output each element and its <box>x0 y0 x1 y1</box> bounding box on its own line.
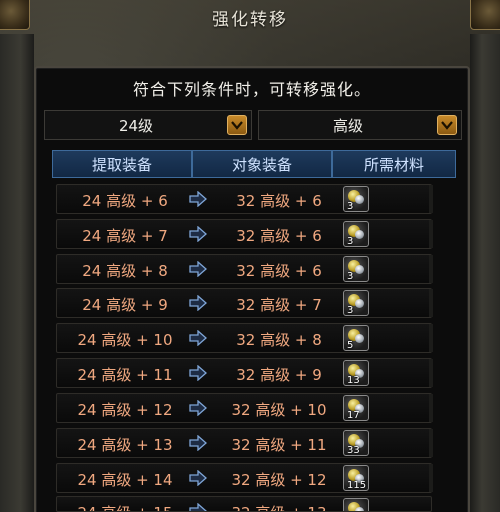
row-divider <box>429 394 433 422</box>
material-quantity: 3 <box>347 305 354 316</box>
target-equipment: 32 高级 + 6 <box>236 262 322 280</box>
chevron-down-icon[interactable] <box>437 115 457 135</box>
row-divider <box>429 324 433 352</box>
table-header: 提取装备 对象装备 所需材料 <box>52 150 456 178</box>
material-stone-icon[interactable] <box>343 498 369 511</box>
extract-equipment: 24 高级 + 8 <box>82 262 168 280</box>
arrow-right-icon <box>189 330 207 346</box>
extract-equipment: 24 高级 + 11 <box>77 366 173 384</box>
table-row[interactable]: 24 高级 + 9 32 高级 + 7 3 <box>56 288 433 318</box>
material-stone-icon[interactable]: 3 <box>343 221 369 247</box>
table-row[interactable]: 24 高级 + 14 32 高级 + 12 115 <box>56 463 433 493</box>
arrow-right-icon <box>189 503 207 511</box>
material-stone-icon[interactable]: 115 <box>343 465 369 491</box>
arrow-right-icon <box>189 435 207 451</box>
arrow-right-icon <box>189 400 207 416</box>
extract-equipment: 24 高级 + 9 <box>82 296 168 314</box>
table-row[interactable]: 24 高级 + 13 32 高级 + 11 33 <box>56 428 433 458</box>
table-row[interactable]: 24 高级 + 11 32 高级 + 9 13 <box>56 358 433 388</box>
extract-equipment: 24 高级 + 15 <box>65 502 185 511</box>
material-quantity: 17 <box>347 410 360 421</box>
material-stone-icon[interactable]: 17 <box>343 395 369 421</box>
target-equipment: 32 高级 + 13 <box>213 502 345 511</box>
level-select[interactable]: 24级 <box>44 110 252 140</box>
row-divider <box>429 429 433 457</box>
extract-equipment: 24 高级 + 13 <box>77 436 173 454</box>
row-divider <box>429 359 433 387</box>
material-stone-icon[interactable]: 3 <box>343 290 369 316</box>
material-stone-icon[interactable]: 13 <box>343 360 369 386</box>
material-quantity: 3 <box>347 201 354 212</box>
material-stone-icon[interactable]: 3 <box>343 186 369 212</box>
row-divider <box>429 220 433 248</box>
target-equipment: 32 高级 + 8 <box>236 331 322 349</box>
arrow-right-icon <box>189 470 207 486</box>
column-header-target: 对象装备 <box>192 150 332 178</box>
condition-text: 符合下列条件时，可转移强化。 <box>132 80 371 99</box>
target-equipment: 32 高级 + 9 <box>236 366 322 384</box>
arrow-right-icon <box>189 295 207 311</box>
extract-equipment: 24 高级 + 6 <box>82 192 168 210</box>
row-divider <box>429 289 433 317</box>
table-row[interactable]: 24 高级 + 6 32 高级 + 6 3 <box>56 184 433 214</box>
extract-equipment: 24 高级 + 14 <box>77 471 173 489</box>
arrow-right-icon <box>189 365 207 381</box>
table-row[interactable]: 24 高级 + 7 32 高级 + 6 3 <box>56 219 433 249</box>
frame-left-rail <box>0 34 34 512</box>
material-stone-icon[interactable]: 33 <box>343 430 369 456</box>
title-bar[interactable]: 强化转移 <box>0 0 500 34</box>
level-select-value: 24级 <box>118 116 154 135</box>
arrow-right-icon <box>189 226 207 242</box>
chevron-down-icon[interactable] <box>227 115 247 135</box>
window-title: 强化转移 <box>212 9 288 30</box>
material-quantity: 115 <box>347 480 367 491</box>
target-equipment: 32 高级 + 7 <box>236 296 322 314</box>
table-row[interactable]: 24 高级 + 10 32 高级 + 8 5 <box>56 323 433 353</box>
row-divider <box>429 464 433 492</box>
target-equipment: 32 高级 + 6 <box>236 192 322 210</box>
target-equipment: 32 高级 + 12 <box>231 471 327 489</box>
material-quantity: 33 <box>347 445 360 456</box>
frame-right-rail <box>470 34 500 512</box>
table-row[interactable]: 24 高级 + 8 32 高级 + 6 3 <box>56 254 433 284</box>
extract-equipment: 24 高级 + 7 <box>82 227 168 245</box>
material-quantity: 3 <box>347 236 354 247</box>
column-header-extract: 提取装备 <box>52 150 192 178</box>
target-equipment: 32 高级 + 10 <box>231 401 327 419</box>
grade-select-value: 高级 <box>332 116 363 135</box>
row-divider <box>429 255 433 283</box>
material-quantity: 13 <box>347 375 360 386</box>
table-row[interactable]: 24 高级 + 12 32 高级 + 10 17 <box>56 393 433 423</box>
arrow-right-icon <box>189 261 207 277</box>
material-quantity: 3 <box>347 271 354 282</box>
material-quantity: 5 <box>347 340 354 351</box>
column-header-material: 所需材料 <box>332 150 456 178</box>
target-equipment: 32 高级 + 11 <box>231 436 327 454</box>
grade-select[interactable]: 高级 <box>258 110 462 140</box>
arrow-right-icon <box>189 191 207 207</box>
material-stone-icon[interactable]: 3 <box>343 256 369 282</box>
extract-equipment: 24 高级 + 12 <box>77 401 173 419</box>
material-stone-icon[interactable]: 5 <box>343 325 369 351</box>
extract-equipment: 24 高级 + 10 <box>77 331 173 349</box>
row-divider <box>429 185 433 213</box>
target-equipment: 32 高级 + 6 <box>236 227 322 245</box>
table-row[interactable]: 24 高级 + 15 32 高级 + 13 <box>56 496 432 512</box>
